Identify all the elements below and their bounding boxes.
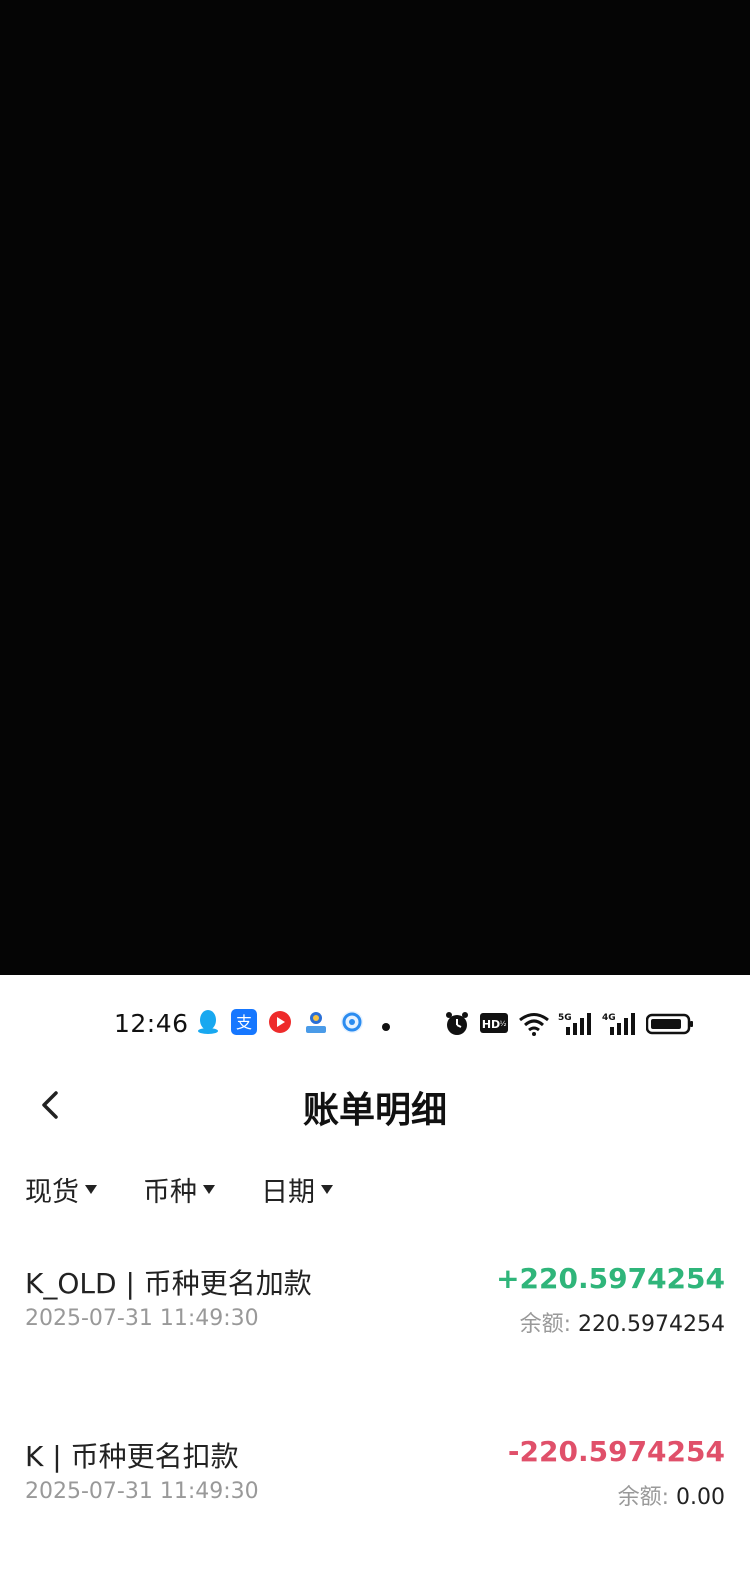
filter-label: 日期 [261,1177,315,1208]
transaction-datetime: 2025-07-31 11:49:30 [25,1479,259,1504]
svg-text:HD: HD [482,1018,500,1031]
nav-bar: 账单明细 [0,1055,750,1155]
balance-label: 余额: [519,1312,572,1337]
transaction-row[interactable]: K_OLD | 币种更名加款 2025-07-31 11:49:30 +220.… [0,1262,750,1372]
transaction-amount: -220.5974254 [507,1435,725,1468]
browser-icon [339,1009,365,1035]
filter-market-dropdown[interactable]: 现货 [25,1170,97,1209]
filter-label: 现货 [25,1177,79,1208]
caret-down-icon [85,1185,97,1194]
qq-icon [196,1009,222,1035]
dot-icon [381,1017,391,1031]
page-title: 账单明细 [302,1090,447,1131]
filter-bar: 现货 币种 日期 [0,1160,750,1220]
caret-down-icon [321,1185,333,1194]
transaction-amount: +220.5974254 [496,1262,725,1295]
transaction-balance: 余额: 0.00 [618,1479,725,1511]
filter-label: 币种 [143,1177,197,1208]
caret-down-icon [203,1185,215,1194]
status-bar: 12:46 支 HD ½ 5G 4G [0,975,750,1055]
svg-text:4G: 4G [602,1013,616,1023]
svg-text:½: ½ [500,1020,507,1028]
svg-text:5G: 5G [558,1013,572,1023]
media-black-area [0,0,750,975]
alarm-icon [444,1011,470,1041]
filter-date-dropdown[interactable]: 日期 [261,1170,333,1209]
filter-currency-dropdown[interactable]: 币种 [143,1170,215,1209]
transaction-title: K_OLD | 币种更名加款 [25,1267,312,1300]
status-time: 12:46 [114,1009,189,1038]
balance-value: 220.5974254 [578,1312,725,1337]
signal-4g-icon: 4G [602,1011,636,1041]
svg-text:支: 支 [236,1013,252,1032]
transaction-title: K | 币种更名扣款 [25,1440,239,1473]
alipay-icon: 支 [231,1009,257,1035]
transaction-balance: 余额: 220.5974254 [520,1306,725,1338]
transaction-datetime: 2025-07-31 11:49:30 [25,1306,259,1331]
balance-value: 0.00 [676,1485,725,1510]
signal-5g-icon: 5G [558,1011,592,1041]
video-app-icon [267,1009,293,1035]
battery-icon [645,1011,694,1041]
wifi-icon [518,1011,550,1041]
bank-app-icon [303,1009,329,1035]
transaction-row[interactable]: K | 币种更名扣款 2025-07-31 11:49:30 -220.5974… [0,1435,750,1545]
hd-icon: HD ½ [480,1011,508,1039]
balance-label: 余额: [617,1485,670,1510]
